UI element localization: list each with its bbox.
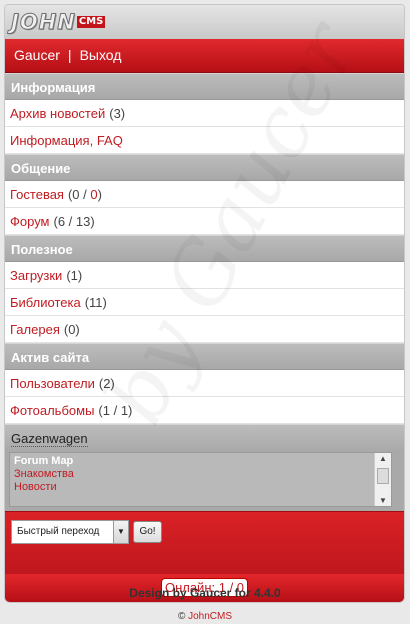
- scroll-down-icon[interactable]: ▼: [379, 496, 387, 505]
- user-link[interactable]: Gaucer: [14, 47, 60, 63]
- quick-jump-select[interactable]: Быстрый переход ▼: [11, 520, 129, 544]
- logo-badge: CMS: [76, 16, 106, 28]
- menu-item-label[interactable]: Архив новостей: [10, 106, 105, 121]
- page-container: JOHNCMS Gaucer|Выход by Gaucer Информаци…: [4, 4, 405, 603]
- gazenwagen-header[interactable]: Gazenwagen: [5, 424, 404, 451]
- menu-item-label[interactable]: Гостевая: [10, 187, 64, 202]
- menu-item-library[interactable]: Библиотека (11): [5, 289, 404, 316]
- count-prefix: (0 /: [67, 187, 91, 202]
- listbox-scrollbar[interactable]: ▲ ▼: [374, 453, 391, 506]
- menu-item-count: (6 / 13): [53, 214, 95, 229]
- gazenwagen-title[interactable]: Gazenwagen: [11, 431, 88, 447]
- menu-item-count: (3): [109, 106, 126, 121]
- gazenwagen-panel: Forum Map Знакомства Новости ▲ ▼: [5, 451, 404, 511]
- menu-item-label[interactable]: Галерея: [10, 322, 60, 337]
- list-item[interactable]: Forum Map: [14, 455, 73, 467]
- section-header-info: Информация: [5, 73, 404, 100]
- copyright: © JohnCMS: [0, 611, 410, 622]
- menu-item-count: (1): [66, 268, 83, 283]
- site-logo[interactable]: JOHN CMS: [11, 10, 106, 34]
- header-logo-bar: JOHN CMS: [5, 5, 404, 39]
- menu-item-users[interactable]: Пользователи (2): [5, 370, 404, 397]
- menu-item-label[interactable]: Фотоальбомы: [10, 403, 94, 418]
- menu-item-downloads[interactable]: Загрузки (1): [5, 262, 404, 289]
- johncms-link[interactable]: JohnCMS: [188, 611, 232, 622]
- menu-item-count: (0): [63, 322, 80, 337]
- menu-item-news-archive[interactable]: Архив новостей (3): [5, 100, 404, 127]
- list-item[interactable]: Новости: [14, 481, 391, 494]
- section-header-communication: Общение: [5, 154, 404, 181]
- scroll-up-icon[interactable]: ▲: [379, 454, 387, 463]
- design-credit: Design by Gaucer for 4.4.0: [129, 586, 281, 600]
- user-nav-bar: Gaucer | Выход: [5, 39, 404, 73]
- menu-item-count: (1 / 1): [98, 403, 133, 418]
- menu-item-forum[interactable]: Форум (6 / 13): [5, 208, 404, 235]
- scroll-thumb[interactable]: [377, 468, 389, 484]
- main-menu: by Gaucer Информация Архив новостей(3) И…: [5, 8, 404, 602]
- menu-item-count: (11): [84, 295, 107, 310]
- menu-item-photo-albums[interactable]: Фотоальбомы (1 / 1): [5, 397, 404, 424]
- copyright-symbol: ©: [177, 611, 186, 622]
- gazenwagen-listbox[interactable]: Forum Map Знакомства Новости ▲ ▼: [9, 452, 392, 507]
- section-header-useful: Полезное: [5, 235, 404, 262]
- menu-item-faq[interactable]: Информация, FAQ: [5, 127, 404, 154]
- menu-item-count: (0 / 0): [68, 187, 102, 202]
- menu-item-label[interactable]: Форум: [10, 214, 50, 229]
- menu-item-label[interactable]: Библиотека: [10, 295, 81, 310]
- menu-item-label[interactable]: Загрузки: [10, 268, 62, 283]
- menu-item-count: (2): [98, 376, 115, 391]
- chevron-down-icon[interactable]: ▼: [113, 521, 128, 543]
- menu-item-guestbook[interactable]: Гостевая (0 / 0): [5, 181, 404, 208]
- go-button[interactable]: Go!: [133, 521, 162, 543]
- quick-jump-value: Быстрый переход: [17, 526, 100, 537]
- menu-item-gallery[interactable]: Галерея (0): [5, 316, 404, 343]
- count-suffix: ): [97, 187, 102, 202]
- section-header-site-activity: Актив сайта: [5, 343, 404, 370]
- menu-item-label[interactable]: Пользователи: [10, 376, 95, 391]
- count-highlight[interactable]: 0: [90, 187, 97, 202]
- menu-item-label[interactable]: Информация, FAQ: [10, 133, 123, 148]
- logo-text: JOHN: [11, 10, 76, 34]
- gazenwagen-list: Forum Map Знакомства Новости: [10, 453, 391, 494]
- list-item[interactable]: Знакомства: [14, 468, 391, 481]
- nav-separator: |: [67, 47, 72, 63]
- logout-link[interactable]: Выход: [80, 47, 122, 63]
